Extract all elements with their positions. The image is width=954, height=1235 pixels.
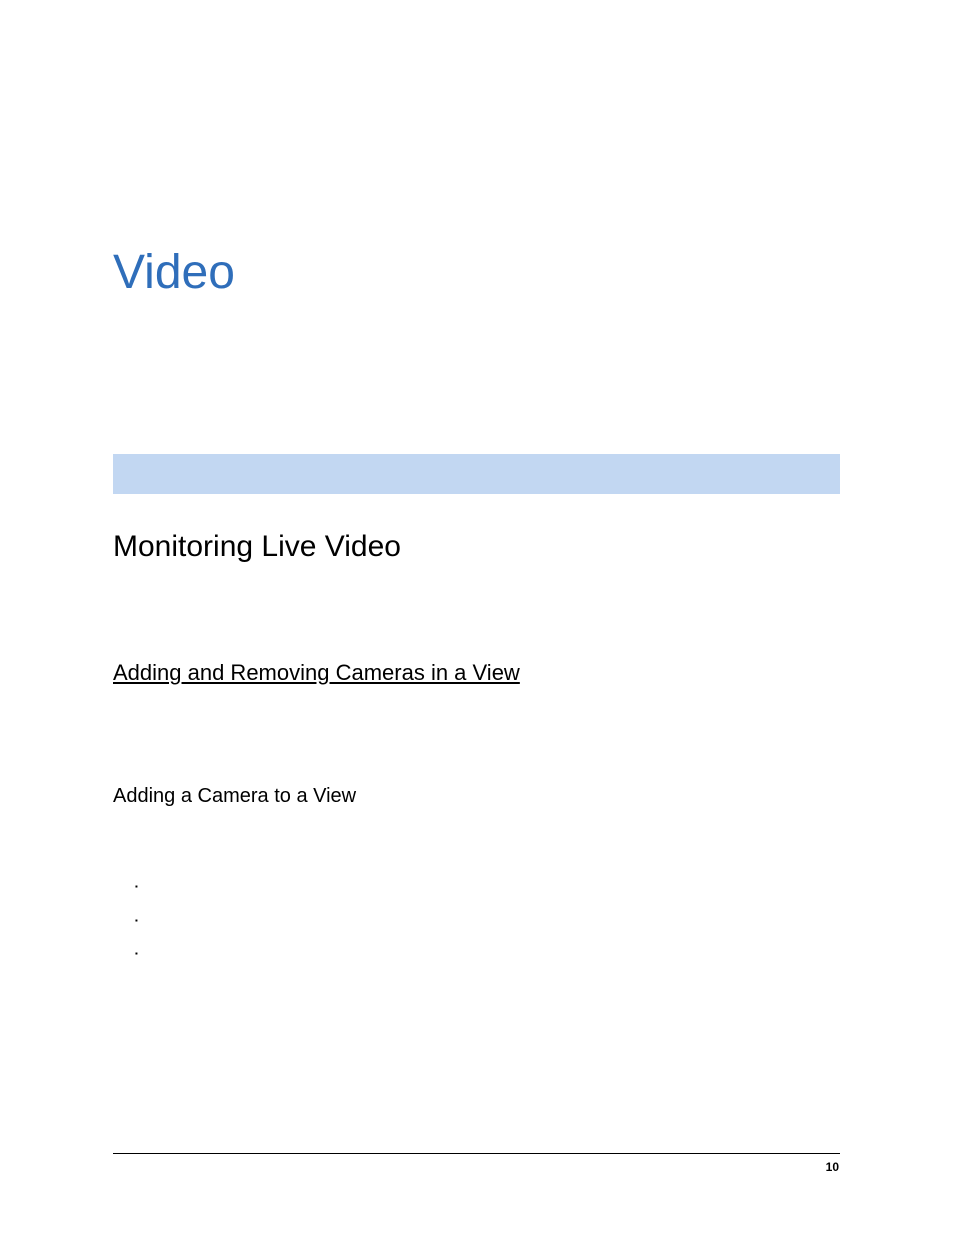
subsection-heading: Adding and Removing Cameras in a View [113, 660, 520, 686]
section-bar [113, 454, 840, 494]
bullet-item [135, 937, 138, 970]
bullet-item [135, 903, 138, 936]
bullet-list [135, 870, 138, 970]
bullet-item [135, 870, 138, 903]
footer-divider [113, 1153, 840, 1154]
document-page: Video Monitoring Live Video Adding and R… [0, 0, 954, 1235]
section-heading: Monitoring Live Video [113, 530, 401, 564]
page-number: 10 [826, 1160, 839, 1174]
page-title: Video [113, 245, 235, 300]
subsubsection-heading: Adding a Camera to a View [113, 785, 356, 808]
